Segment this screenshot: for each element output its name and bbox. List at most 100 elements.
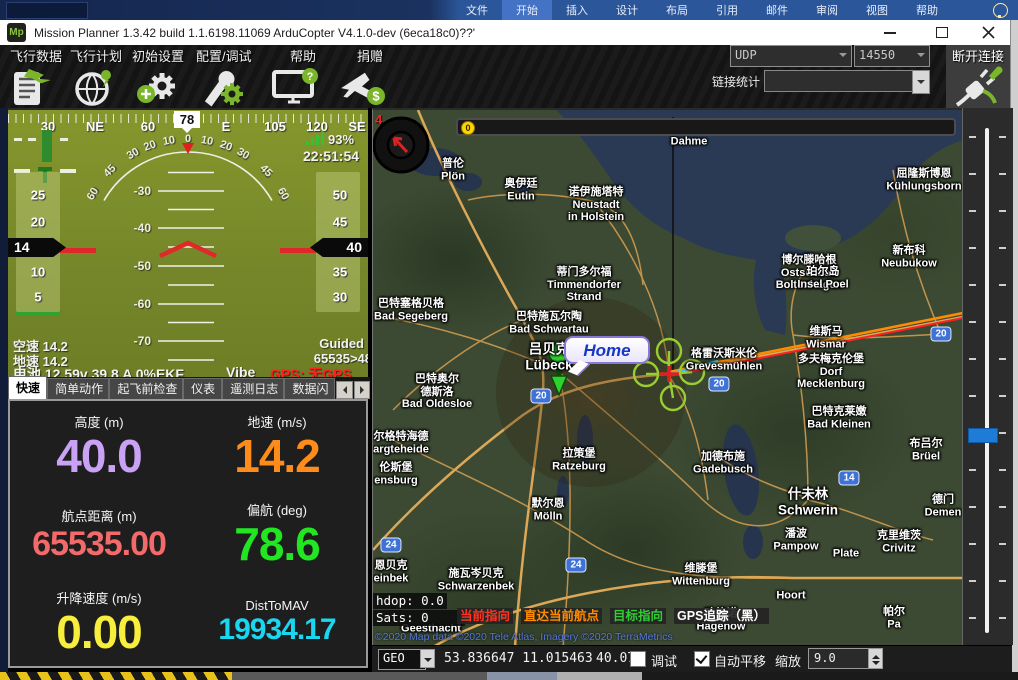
speed-tape-value: 25 — [31, 188, 45, 203]
map-city-label: 加德布施Gadebusch — [693, 450, 753, 475]
word-tab[interactable]: 邮件 — [752, 0, 802, 20]
data-tabs: 快速 简单动作 起飞前检查 仪表 遥测日志 数据闪 — [8, 377, 370, 399]
maximize-button[interactable] — [920, 20, 964, 45]
map-city-label: 巴特克莱嫩Bad Kleinen — [807, 405, 871, 430]
map-city-label: 屈隆斯博恩Kühlungsborn — [886, 167, 961, 192]
link-stats-select[interactable] — [764, 70, 914, 92]
slider-ticks — [999, 136, 1006, 626]
chevron-down-icon[interactable] — [912, 70, 930, 94]
map-zoom-slider[interactable] — [962, 108, 1013, 645]
word-tab[interactable]: 文件 — [452, 0, 502, 20]
map-city-label: 拉策堡Ratzeburg — [552, 447, 606, 472]
autopan-checkbox[interactable] — [694, 651, 710, 667]
hud-panel[interactable]: 30NE60E105120SE 78 604530201001020304560… — [8, 108, 368, 378]
map-city-label: Hoort — [776, 590, 805, 603]
map-city-label: Plate — [833, 548, 859, 561]
menu-help[interactable]: 帮助 ? — [268, 46, 324, 108]
chevron-down-icon — [839, 53, 847, 61]
svg-text:?: ? — [307, 71, 314, 83]
config-tuning-icon — [196, 66, 252, 108]
menu-flight-plan[interactable]: 飞行计划 — [70, 46, 122, 108]
map-city-label: 什未林Schwerin — [778, 486, 838, 517]
pitch-angle-label: -40 — [134, 221, 151, 235]
link-stats-label: 链接统计 — [712, 73, 760, 90]
clock: 22:51:54 — [303, 148, 359, 164]
chevron-down-icon — [917, 53, 925, 61]
zoom-stepper[interactable] — [868, 648, 883, 669]
initial-setup-icon — [132, 66, 184, 108]
tab-telemetry-logs[interactable]: 遥测日志 — [222, 378, 284, 399]
tab-dataflash[interactable]: 数据闪 — [284, 378, 335, 399]
projection-select[interactable]: GEO — [378, 649, 426, 670]
slider-ticks — [969, 136, 976, 626]
tab-quick[interactable]: 快速 — [8, 376, 47, 399]
tab-scroll-left-button[interactable] — [336, 381, 352, 399]
chevron-up-icon — [872, 651, 880, 659]
close-button[interactable] — [966, 20, 1010, 45]
map-city-label: 格雷沃斯米伦Grevesmühlen — [686, 347, 762, 372]
slider-handle[interactable] — [968, 428, 998, 443]
quick-cell-groundspeed[interactable]: 地速 (m/s) 14.2 — [188, 401, 366, 489]
map-panel[interactable]: 普伦Plön奥伊廷Eutin诺伊施塔特Neustadtin HolsteinDa… — [372, 108, 963, 647]
cursor-coordinates: 53.836647 11.015463 — [444, 651, 593, 666]
waypoint-progress-bar[interactable]: 0 — [456, 118, 956, 136]
pitch-angle-label: -30 — [134, 184, 151, 198]
road-badge: 24 — [565, 558, 586, 573]
slider-track[interactable] — [985, 128, 989, 633]
zoom-value-input[interactable]: 9.0 — [808, 648, 875, 669]
word-tab[interactable]: 引用 — [702, 0, 752, 20]
flight-data-icon — [10, 66, 62, 108]
baud-value: 14550 — [859, 48, 895, 62]
debug-checkbox[interactable] — [630, 651, 646, 667]
donate-icon: $ — [336, 66, 392, 108]
waypoint-marker: 0 — [461, 121, 475, 135]
tab-actions[interactable]: 简单动作 — [47, 378, 109, 399]
tab-gauges[interactable]: 仪表 — [183, 378, 222, 399]
menu-label: 初始设置 — [132, 46, 184, 65]
word-tab[interactable]: 审阅 — [802, 0, 852, 20]
chevron-down-icon[interactable] — [420, 649, 435, 668]
tab-prearm[interactable]: 起飞前检查 — [109, 378, 183, 399]
quick-cell-vertical-speed[interactable]: 升降速度 (m/s) 0.00 — [10, 578, 188, 666]
word-tab[interactable]: 设计 — [602, 0, 652, 20]
baud-select[interactable]: 14550 — [854, 45, 930, 67]
road-badge: 24 — [380, 538, 401, 553]
quick-cell-yaw[interactable]: 偏航 (deg) 78.6 — [188, 489, 366, 577]
word-tab[interactable]: 插入 — [552, 0, 602, 20]
sats-readout: Sats: 0 — [373, 610, 465, 626]
menu-flight-data[interactable]: 飞行数据 — [10, 46, 62, 108]
word-tab[interactable]: 帮助 — [902, 0, 952, 20]
roll-angle-label: 0 — [185, 133, 191, 145]
quick-cell-dist-to-mav[interactable]: DistToMAV 19934.17 — [188, 578, 366, 666]
throttle-bar — [16, 312, 60, 315]
protocol-select[interactable]: UDP — [730, 45, 852, 67]
map-city-label: 帕尔Pa — [883, 605, 905, 630]
zoom-label: 缩放 — [775, 651, 801, 670]
altitude-tape-value: 30 — [333, 290, 347, 305]
protocol-value: UDP — [735, 48, 757, 62]
menu-initial-setup[interactable]: 初始设置 — [132, 46, 184, 108]
word-tab[interactable]: 视图 — [852, 0, 902, 20]
debug-label: 调试 — [651, 651, 677, 670]
tab-scroll-right-button[interactable] — [354, 381, 370, 399]
map-city-label: 维斯马Wismar — [806, 325, 846, 350]
home-label[interactable]: Home — [564, 336, 650, 364]
quick-value: 19934.17 — [218, 615, 335, 645]
svg-text:$: $ — [372, 89, 380, 104]
quick-cell-wp-distance[interactable]: 航点距离 (m) 65535.00 — [10, 489, 188, 577]
word-tab[interactable]: 开始 — [502, 0, 552, 20]
disconnect-button[interactable]: 断开连接 — [946, 45, 1010, 108]
quick-cell-altitude[interactable]: 高度 (m) 40.0 — [10, 401, 188, 489]
word-tab[interactable]: 布局 — [652, 0, 702, 20]
flight-plan-icon — [70, 66, 122, 108]
altitude-tape-value: 45 — [333, 215, 347, 230]
quick-label: 高度 (m) — [74, 412, 123, 431]
menu-label: 配置/调试 — [196, 46, 252, 65]
quick-label: 地速 (m/s) — [247, 412, 306, 431]
map-city-label: 伦斯堡ensburg — [374, 461, 417, 486]
menu-donate[interactable]: 捐赠 $ — [336, 46, 392, 108]
menu-label: 飞行数据 — [10, 46, 62, 65]
pitch-angle-label: -70 — [134, 334, 151, 348]
minimize-button[interactable] — [868, 20, 912, 45]
menu-config-tuning[interactable]: 配置/调试 — [196, 46, 252, 108]
